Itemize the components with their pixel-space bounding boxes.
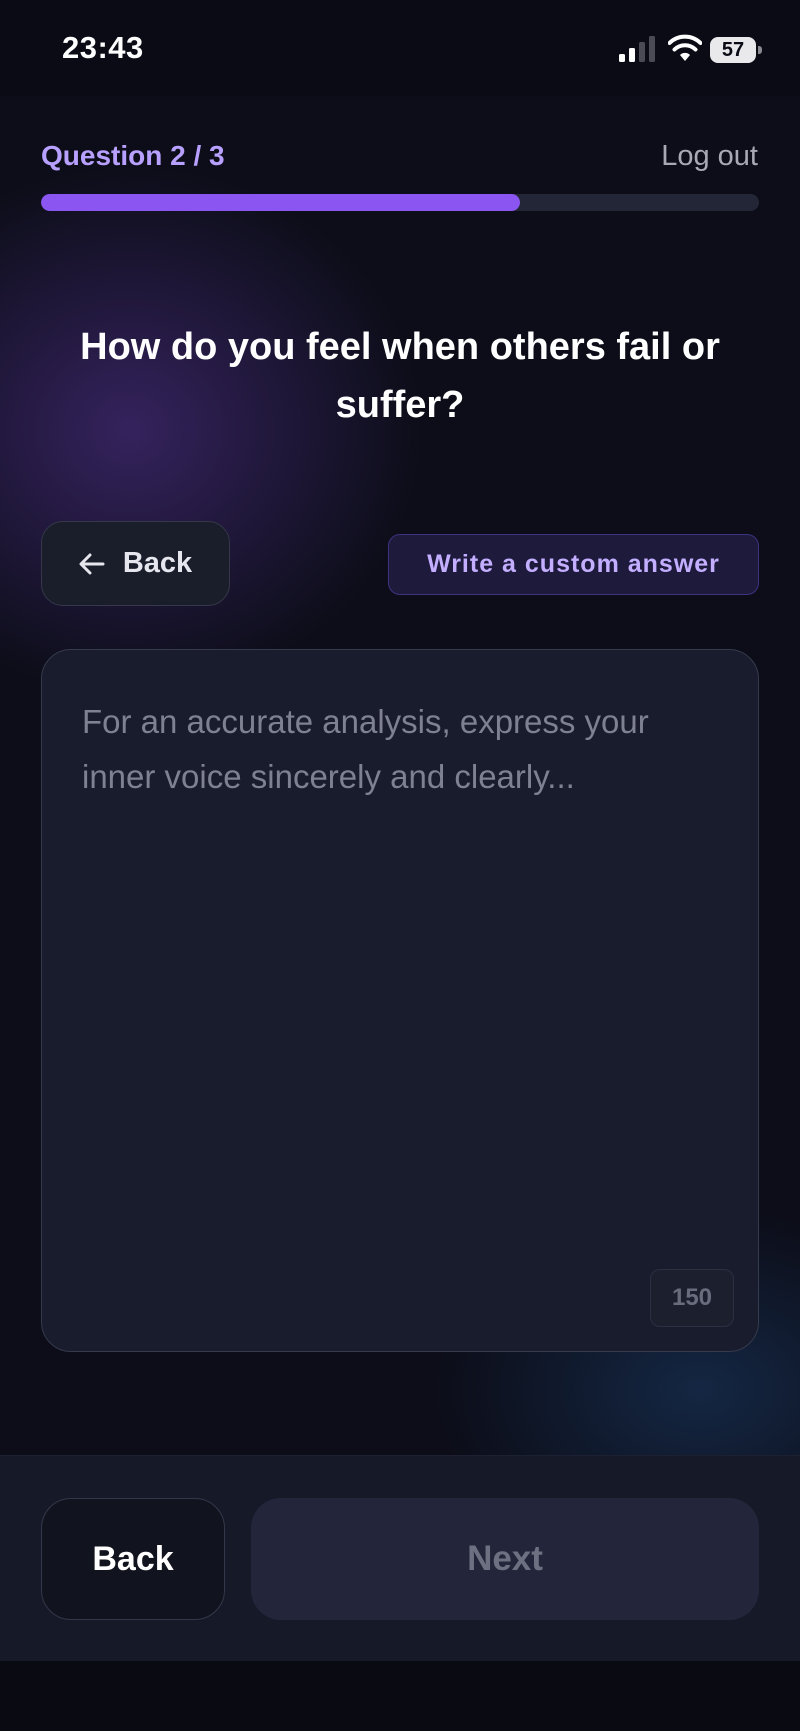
battery-level: 57 [710, 37, 756, 63]
progress-fill [41, 194, 520, 211]
logout-link[interactable]: Log out [661, 140, 758, 173]
cellular-signal-icon [619, 36, 655, 62]
answer-box: 150 [41, 649, 759, 1352]
question-counter: Question 2 / 3 [41, 140, 225, 171]
arrow-left-icon [79, 553, 105, 574]
char-counter: 150 [650, 1269, 734, 1327]
back-button[interactable]: Back [41, 521, 230, 606]
home-indicator-area [0, 1661, 800, 1731]
bottom-action-bar: Back Next [0, 1455, 800, 1661]
back-button-label: Back [122, 547, 193, 579]
footer-back-button[interactable]: Back [41, 1498, 225, 1620]
answer-textarea[interactable] [82, 694, 722, 1254]
quiz-screen: 23:43 57 Question 2 / 3 Log out How do y… [0, 0, 800, 1731]
status-time: 23:43 [62, 30, 144, 65]
next-button[interactable]: Next [251, 1498, 759, 1620]
write-custom-answer-button[interactable]: Write a custom answer [388, 534, 759, 595]
battery-cap [758, 46, 762, 54]
status-bar: 23:43 57 [0, 0, 800, 96]
battery-icon: 57 [710, 37, 762, 63]
question-title: How do you feel when others fail or suff… [80, 326, 720, 426]
wifi-icon [668, 34, 702, 61]
progress-bar [41, 194, 759, 211]
